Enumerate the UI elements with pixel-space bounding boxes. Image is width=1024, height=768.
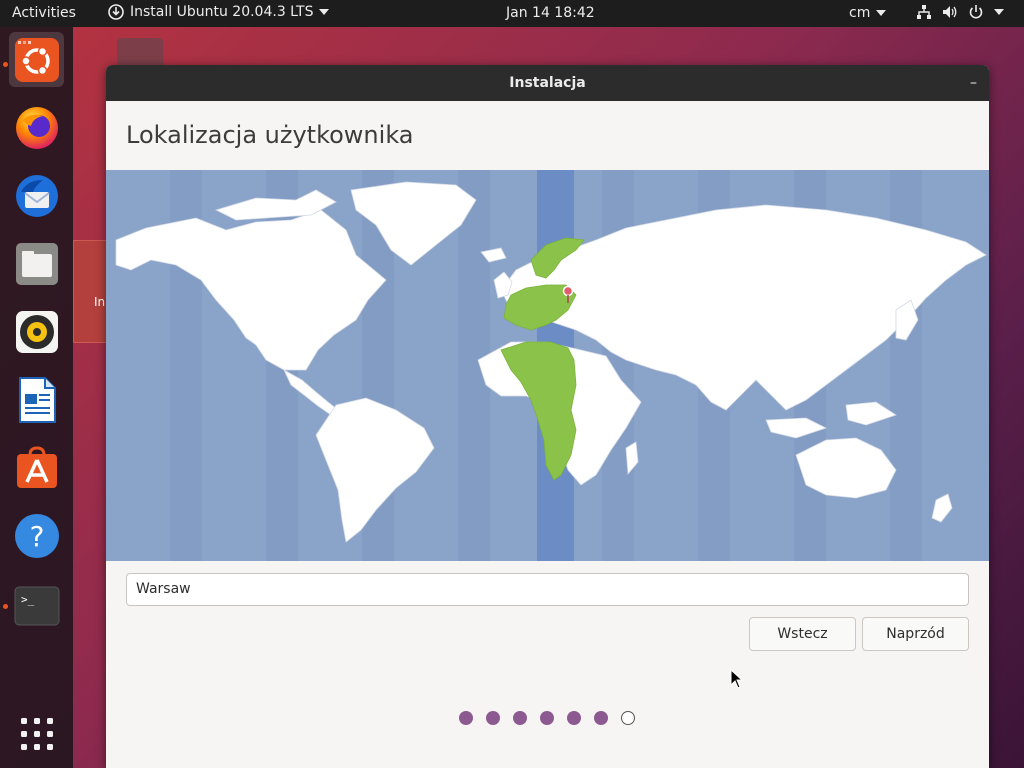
progress-dot xyxy=(567,711,581,725)
progress-dot xyxy=(540,711,554,725)
software-icon xyxy=(16,445,57,488)
dock-item-ubuntu-software[interactable] xyxy=(9,440,64,495)
desktop-home-folder-icon[interactable] xyxy=(117,38,163,68)
installer-window: Instalacja – Lokalizacja użytkownika War… xyxy=(106,65,989,768)
desktop-installer-label: In xyxy=(94,295,106,309)
dock: ? >_ xyxy=(0,27,73,768)
dock-item-firefox[interactable] xyxy=(9,100,64,155)
progress-dot xyxy=(621,711,635,725)
chevron-down-icon xyxy=(876,10,887,16)
minimize-button[interactable]: – xyxy=(970,65,977,101)
back-button[interactable]: Wstecz xyxy=(749,617,856,651)
mouse-pointer-icon xyxy=(730,669,744,689)
power-icon xyxy=(969,5,983,19)
progress-indicator xyxy=(459,711,635,725)
writer-icon xyxy=(18,376,56,423)
svg-text:>_: >_ xyxy=(21,593,35,606)
progress-dot xyxy=(459,711,473,725)
dock-item-ubuntu-installer[interactable] xyxy=(9,32,64,87)
dock-item-thunderbird[interactable] xyxy=(9,168,64,223)
thunderbird-icon xyxy=(15,174,58,217)
chevron-down-icon xyxy=(994,9,1004,15)
volume-icon xyxy=(943,6,957,18)
keyboard-layout-label: cm xyxy=(849,5,871,21)
clock[interactable]: Jan 14 18:42 xyxy=(506,5,595,21)
timezone-map[interactable] xyxy=(106,170,989,561)
running-indicator xyxy=(3,62,8,67)
svg-text:?: ? xyxy=(29,520,44,553)
dock-item-libreoffice-writer[interactable] xyxy=(9,372,64,427)
dock-item-help[interactable]: ? xyxy=(9,508,64,563)
world-map xyxy=(106,170,989,561)
location-input[interactable]: Warsaw xyxy=(126,573,969,606)
running-indicator xyxy=(3,604,8,609)
next-button[interactable]: Naprzód xyxy=(862,617,969,651)
ubuntu-logo-icon xyxy=(14,37,59,82)
chevron-down-icon xyxy=(319,9,330,15)
app-menu-label: Install Ubuntu 20.04.3 LTS xyxy=(130,4,314,20)
top-bar: Activities Install Ubuntu 20.04.3 LTS Ja… xyxy=(0,0,1024,27)
progress-dot xyxy=(486,711,500,725)
keyboard-layout-menu[interactable]: cm xyxy=(849,5,887,21)
app-grid-icon xyxy=(20,717,53,750)
window-title: Instalacja xyxy=(509,75,586,91)
window-titlebar[interactable]: Instalacja – xyxy=(106,65,989,101)
firefox-icon xyxy=(15,106,58,149)
help-icon: ? xyxy=(14,513,59,558)
system-menu[interactable] xyxy=(916,4,1004,20)
dock-item-terminal[interactable]: >_ xyxy=(9,578,64,633)
installer-app-icon xyxy=(108,4,124,20)
progress-dot xyxy=(594,711,608,725)
page-title: Lokalizacja użytkownika xyxy=(126,121,414,149)
files-icon xyxy=(15,242,58,285)
rhythmbox-icon xyxy=(15,310,58,353)
app-menu[interactable]: Install Ubuntu 20.04.3 LTS xyxy=(108,4,330,20)
desktop-installer-icon[interactable]: In xyxy=(73,240,107,343)
dock-item-rhythmbox[interactable] xyxy=(9,304,64,359)
activities-button[interactable]: Activities xyxy=(12,5,76,21)
terminal-icon: >_ xyxy=(14,586,59,625)
network-icon xyxy=(917,5,931,19)
dock-item-files[interactable] xyxy=(9,236,64,291)
show-applications-button[interactable] xyxy=(9,706,64,761)
progress-dot xyxy=(513,711,527,725)
